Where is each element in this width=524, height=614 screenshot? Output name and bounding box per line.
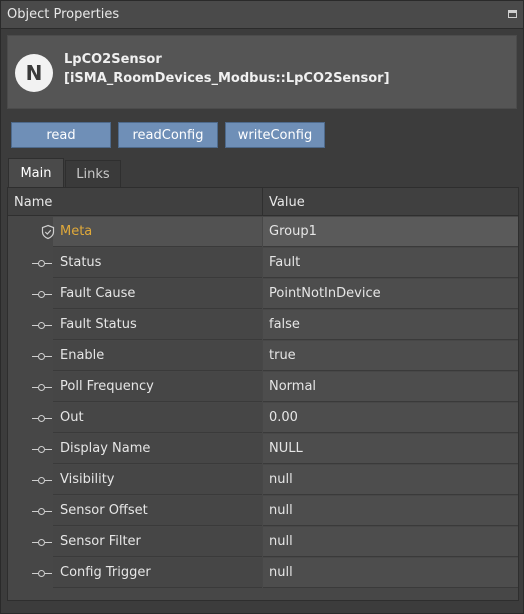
name-column-header[interactable]: Name <box>14 195 52 210</box>
slot-icon <box>32 442 52 456</box>
tab-links[interactable]: Links <box>65 160 121 187</box>
value-cell[interactable] <box>263 310 518 340</box>
object-name: LpCO2Sensor <box>64 52 162 67</box>
value-cell[interactable] <box>263 496 518 526</box>
slot-icon <box>32 504 52 518</box>
value-cell[interactable] <box>263 403 518 433</box>
value-cell[interactable] <box>263 465 518 495</box>
slot-icon <box>32 411 52 425</box>
table-row[interactable]: Enable true <box>8 341 518 372</box>
property-name: Poll Frequency <box>60 379 154 394</box>
table-row[interactable]: Visibility null <box>8 465 518 496</box>
property-name: Enable <box>60 348 105 363</box>
property-name: Visibility <box>60 472 115 487</box>
property-value: PointNotInDevice <box>269 286 381 301</box>
object-header: N LpCO2Sensor [iSMA_RoomDevices_Modbus::… <box>7 35 517 109</box>
property-value: null <box>269 565 293 580</box>
table-row[interactable]: Poll Frequency Normal <box>8 372 518 403</box>
object-properties-panel: Object Properties N LpCO2Sensor [iSMA_Ro… <box>0 0 524 614</box>
property-value: 0.00 <box>269 410 298 425</box>
shield-icon <box>32 224 55 240</box>
property-name: Meta <box>60 224 93 239</box>
property-value: false <box>269 317 300 332</box>
panel-titlebar: Object Properties <box>1 1 523 29</box>
property-name: Fault Cause <box>60 286 136 301</box>
property-value: Fault <box>269 255 301 270</box>
maximize-icon[interactable] <box>508 10 517 18</box>
column-divider[interactable] <box>262 188 263 216</box>
property-value: null <box>269 503 293 518</box>
property-value: null <box>269 534 293 549</box>
write-config-button[interactable]: writeConfig <box>225 122 325 148</box>
table-row[interactable]: Config Trigger null <box>8 558 518 589</box>
slot-icon <box>32 566 52 580</box>
read-button[interactable]: read <box>11 122 111 148</box>
niagara-logo-icon: N <box>15 54 53 92</box>
value-cell[interactable] <box>263 341 518 371</box>
slot-icon <box>32 535 52 549</box>
slot-icon <box>32 380 52 394</box>
slot-icon <box>32 318 52 332</box>
object-type: [iSMA_RoomDevices_Modbus::LpCO2Sensor] <box>64 71 390 86</box>
property-name: Status <box>60 255 102 270</box>
property-name: Display Name <box>60 441 151 456</box>
property-name: Sensor Offset <box>60 503 148 518</box>
table-row[interactable]: Fault Status false <box>8 310 518 341</box>
slot-icon <box>32 287 52 301</box>
table-row[interactable]: Fault Cause PointNotInDevice <box>8 279 518 310</box>
property-name: Out <box>60 410 84 425</box>
table-row[interactable]: Sensor Offset null <box>8 496 518 527</box>
table-row[interactable]: Out 0.00 <box>8 403 518 434</box>
table-row[interactable]: Status Fault <box>8 248 518 279</box>
property-name: Config Trigger <box>60 565 151 580</box>
panel-title: Object Properties <box>7 7 120 22</box>
value-cell[interactable] <box>263 527 518 557</box>
read-config-button[interactable]: readConfig <box>118 122 218 148</box>
property-value: true <box>269 348 296 363</box>
slot-icon <box>32 349 52 363</box>
table-header: Name Value <box>8 188 518 216</box>
property-value: null <box>269 472 293 487</box>
property-name: Sensor Filter <box>60 534 141 549</box>
tab-main[interactable]: Main <box>8 158 64 187</box>
name-cell[interactable] <box>53 403 262 433</box>
property-value: Normal <box>269 379 317 394</box>
value-cell[interactable] <box>263 558 518 588</box>
value-column-header[interactable]: Value <box>269 195 305 210</box>
property-table: Name Value Meta Group1 Status Fault Fault Ca… <box>7 187 519 601</box>
value-cell[interactable] <box>263 248 518 278</box>
property-name: Fault Status <box>60 317 137 332</box>
property-value: Group1 <box>269 224 317 239</box>
table-row[interactable]: Display Name NULL <box>8 434 518 465</box>
table-row[interactable]: Sensor Filter null <box>8 527 518 558</box>
table-row[interactable]: Meta Group1 <box>8 217 518 248</box>
slot-icon <box>32 473 52 487</box>
slot-icon <box>32 256 52 270</box>
property-value: NULL <box>269 441 303 456</box>
